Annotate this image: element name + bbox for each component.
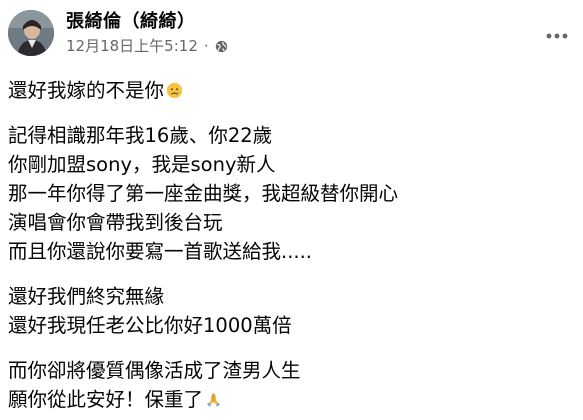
post-line: 而你卻將優質偶像活成了渣男人生	[8, 356, 568, 385]
post-line-text: 願你從此安好！保重了	[8, 388, 204, 411]
post-meta: 張綺倫（綺綺） 12月18日上午5:12 ·	[66, 10, 228, 56]
post-line-text: 那一年你得了第一座金曲獎，我超級替你開心	[8, 182, 399, 205]
globe-icon[interactable]	[215, 40, 228, 53]
post-line: 記得相識那年我16歲、你22歲	[8, 121, 568, 150]
post-line-text: 還好我們終究無緣	[8, 285, 165, 308]
post-timestamp[interactable]: 12月18日上午5:12	[66, 36, 198, 56]
post-line: 演唱會你會帶我到後台玩	[8, 208, 568, 237]
post-line-text: 還好我嫁的不是你	[8, 79, 165, 102]
post-line: 還好我嫁的不是你	[8, 76, 568, 105]
post-line: 你剛加盟sony，我是sony新人	[8, 150, 568, 179]
post-line-text: 而且你還說你要寫一首歌送給我.....	[8, 240, 312, 263]
post-line: 願你從此安好！保重了	[8, 385, 568, 414]
folded-hands-emoji	[205, 391, 222, 408]
avatar[interactable]	[8, 10, 54, 56]
post-line-text: 記得相識那年我16歲、你22歲	[8, 124, 273, 147]
post-line-text: 演唱會你會帶我到後台玩	[8, 211, 223, 234]
facebook-post: 張綺倫（綺綺） 12月18日上午5:12 · 還好我嫁的不是你 記得相識那年我1…	[0, 0, 583, 420]
post-subline: 12月18日上午5:12 ·	[66, 36, 228, 56]
more-options-button[interactable]	[539, 18, 575, 54]
post-line-text: 而你卻將優質偶像活成了渣男人生	[8, 359, 301, 382]
post-body: 還好我嫁的不是你 記得相識那年我16歲、你22歲 你剛加盟sony，我是sony…	[8, 76, 568, 414]
post-line-text: 還好我現任老公比你好1000萬倍	[8, 314, 292, 337]
post-line-text: 你剛加盟sony，我是sony新人	[8, 153, 276, 176]
post-line: 而且你還說你要寫一首歌送給我.....	[8, 237, 568, 266]
author-name[interactable]: 張綺倫（綺綺）	[66, 10, 228, 34]
post-line: 那一年你得了第一座金曲獎，我超級替你開心	[8, 179, 568, 208]
post-line: 還好我現任老公比你好1000萬倍	[8, 311, 568, 340]
separator-dot: ·	[203, 37, 209, 55]
post-header: 張綺倫（綺綺） 12月18日上午5:12 ·	[8, 8, 228, 58]
more-options-icon	[546, 32, 568, 40]
post-line: 還好我們終究無緣	[8, 282, 568, 311]
sad-face-emoji	[166, 82, 183, 99]
